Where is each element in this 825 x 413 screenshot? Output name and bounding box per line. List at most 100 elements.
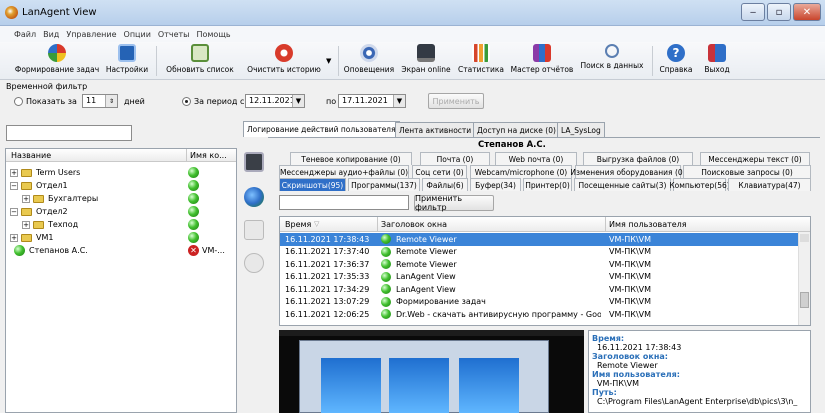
- menu-reports[interactable]: Отчеты: [158, 30, 190, 39]
- globe-icon[interactable]: [244, 187, 264, 207]
- apply-filter-button[interactable]: Применить: [428, 93, 484, 109]
- tree-row[interactable]: + Техпод: [6, 218, 236, 231]
- tree-header: Название Имя ко...: [6, 149, 236, 162]
- filter-funnel-icon[interactable]: ▽: [314, 220, 319, 228]
- category-tab[interactable]: Буфер(34): [470, 178, 521, 191]
- category-tab[interactable]: Соц сети (0): [412, 165, 467, 178]
- category-tab[interactable]: Изменения оборудования (0): [570, 165, 686, 178]
- clear-history-button[interactable]: Очистить историю: [244, 44, 324, 78]
- table-row[interactable]: 16.11.2021 12:06:25 Dr.Web - скачать анти…: [280, 308, 800, 321]
- table-row[interactable]: 16.11.2021 17:35:33 LanAgent View VM-ПК\VM: [280, 271, 800, 284]
- tab-activity-feed[interactable]: Лента активности: [395, 122, 476, 137]
- category-tab[interactable]: Принтер(0): [523, 178, 572, 191]
- grid-filter-input[interactable]: [279, 195, 409, 210]
- col-pc-header[interactable]: Имя ко...: [190, 151, 227, 160]
- col-time-header[interactable]: Время: [285, 220, 311, 229]
- screen-icon[interactable]: [244, 152, 264, 172]
- data-search-button[interactable]: Поиск в данных: [579, 44, 645, 78]
- tree-row[interactable]: + VM1: [6, 231, 236, 244]
- table-row[interactable]: 16.11.2021 13:07:29 Формирование задач VM-…: [280, 296, 800, 309]
- category-tab[interactable]: Webcam/microphone (0): [470, 165, 572, 178]
- table-row[interactable]: 16.11.2021 17:37:40 Remote Viewer VM-ПК\VM: [280, 246, 800, 259]
- screenshot-preview[interactable]: [279, 330, 584, 413]
- expander-icon[interactable]: −: [10, 181, 18, 190]
- category-tab[interactable]: Мессенджеры аудио+файлы (0): [279, 165, 409, 178]
- tree-row[interactable]: Степанов А.С. ✕ VM-...: [6, 244, 236, 257]
- grid-scrollbar[interactable]: [798, 232, 810, 325]
- report-wizard-button[interactable]: Мастер отчётов: [509, 44, 575, 78]
- expander-icon[interactable]: −: [10, 207, 18, 216]
- category-tab[interactable]: Скриншоты(95): [279, 178, 346, 191]
- show-for-days-radio[interactable]: [14, 97, 23, 106]
- col-name-header[interactable]: Название: [11, 151, 51, 160]
- add-icon[interactable]: [244, 220, 264, 240]
- tree-row[interactable]: − Отдел1: [6, 179, 236, 192]
- selected-user-name: Степанов А.С.: [478, 140, 546, 150]
- expander-icon[interactable]: +: [10, 233, 18, 242]
- expander-icon[interactable]: +: [22, 194, 30, 203]
- settings-button[interactable]: Настройки: [104, 44, 150, 78]
- col-user-header[interactable]: Имя пользователя: [609, 220, 687, 229]
- alerts-button[interactable]: Оповещения: [344, 44, 394, 78]
- category-tab[interactable]: Посещенные сайты(3): [574, 178, 671, 191]
- exit-button[interactable]: Выход: [700, 44, 734, 78]
- tree-row[interactable]: + Term Users: [6, 166, 236, 179]
- category-tab[interactable]: Мессенджеры текст (0): [700, 152, 810, 165]
- days-spinner[interactable]: 11 ⇕: [82, 94, 118, 108]
- category-tab[interactable]: Программы(137): [348, 178, 420, 191]
- grid-header: Время ▽ Заголовок окна Имя пользователя: [280, 217, 810, 232]
- scroll-thumb[interactable]: [800, 292, 809, 308]
- help-icon: ?: [667, 44, 685, 62]
- cell-window-title: LanAgent View: [396, 272, 456, 282]
- tab-disk-access[interactable]: Доступ на диске (0): [473, 122, 560, 137]
- help-button[interactable]: ? Справка: [658, 44, 694, 78]
- category-tab[interactable]: Web почта (0): [495, 152, 577, 165]
- tree-row[interactable]: + Бухгалтеры: [6, 192, 236, 205]
- category-tab[interactable]: Клавиатура(47): [728, 178, 811, 191]
- menu-view[interactable]: Вид: [43, 30, 59, 39]
- col-window-title-header[interactable]: Заголовок окна: [381, 220, 447, 229]
- tree-row-label-wrap: + Бухгалтеры: [6, 194, 184, 203]
- table-row[interactable]: 16.11.2021 17:34:29 LanAgent View VM-ПК\VM: [280, 283, 800, 296]
- expander-icon[interactable]: +: [10, 168, 18, 177]
- close-button[interactable]: ✕: [793, 3, 821, 21]
- period-radio[interactable]: [182, 97, 191, 106]
- category-tab[interactable]: Файлы(6): [422, 178, 468, 191]
- table-row[interactable]: 16.11.2021 17:38:43 Remote Viewer VM-ПК\VM: [280, 233, 800, 246]
- maximize-button[interactable]: ▫: [767, 3, 791, 21]
- minimize-button[interactable]: ‒: [741, 3, 765, 21]
- tree-row[interactable]: − Отдел2: [6, 205, 236, 218]
- table-row[interactable]: 16.11.2021 17:36:37 Remote Viewer VM-ПК\VM: [280, 258, 800, 271]
- tab-la-syslog[interactable]: LA_SysLog: [557, 122, 605, 137]
- date-from-field[interactable]: 12.11.2021 ▼: [245, 94, 305, 108]
- menu-help[interactable]: Помощь: [196, 30, 230, 39]
- tree-row-label: Техпод: [48, 220, 79, 229]
- chevron-down-icon[interactable]: ▼: [393, 95, 405, 107]
- spinner-arrows-icon[interactable]: ⇕: [105, 95, 117, 107]
- column-divider: [186, 149, 187, 162]
- preview-desktop-3: [459, 358, 519, 413]
- online-status-icon: [188, 206, 199, 217]
- cell-time: 16.11.2021 17:37:40: [285, 247, 370, 257]
- category-tab[interactable]: Поисковые запросы (0): [683, 165, 811, 178]
- apply-grid-filter-button[interactable]: Применить фильтр: [414, 194, 494, 212]
- tab-user-activity-log[interactable]: Логирование действий пользователя: [243, 121, 400, 137]
- expander-icon[interactable]: +: [22, 220, 30, 229]
- menu-file[interactable]: Файл: [14, 30, 36, 39]
- screen-online-button[interactable]: Экран online: [398, 44, 454, 78]
- menu-manage[interactable]: Управление: [66, 30, 116, 39]
- tree-search-input[interactable]: [6, 125, 132, 141]
- remove-icon[interactable]: [244, 253, 264, 273]
- clear-history-dropdown-icon[interactable]: ▼: [326, 57, 331, 65]
- category-tab[interactable]: Теневое копирование (0): [290, 152, 412, 165]
- scroll-up-icon[interactable]: [800, 234, 809, 242]
- menu-options[interactable]: Опции: [124, 30, 151, 39]
- refresh-list-button[interactable]: Обновить список: [164, 44, 236, 78]
- create-tasks-button[interactable]: Формирование задач: [14, 44, 100, 78]
- statistics-button[interactable]: Статистика: [457, 44, 505, 78]
- category-tab[interactable]: Выгрузка файлов (0): [583, 152, 693, 165]
- date-to-field[interactable]: 17.11.2021 ▼: [338, 94, 406, 108]
- category-tab[interactable]: Компьютер(56): [669, 178, 730, 191]
- category-tab[interactable]: Почта (0): [420, 152, 490, 165]
- chevron-down-icon[interactable]: ▼: [292, 95, 304, 107]
